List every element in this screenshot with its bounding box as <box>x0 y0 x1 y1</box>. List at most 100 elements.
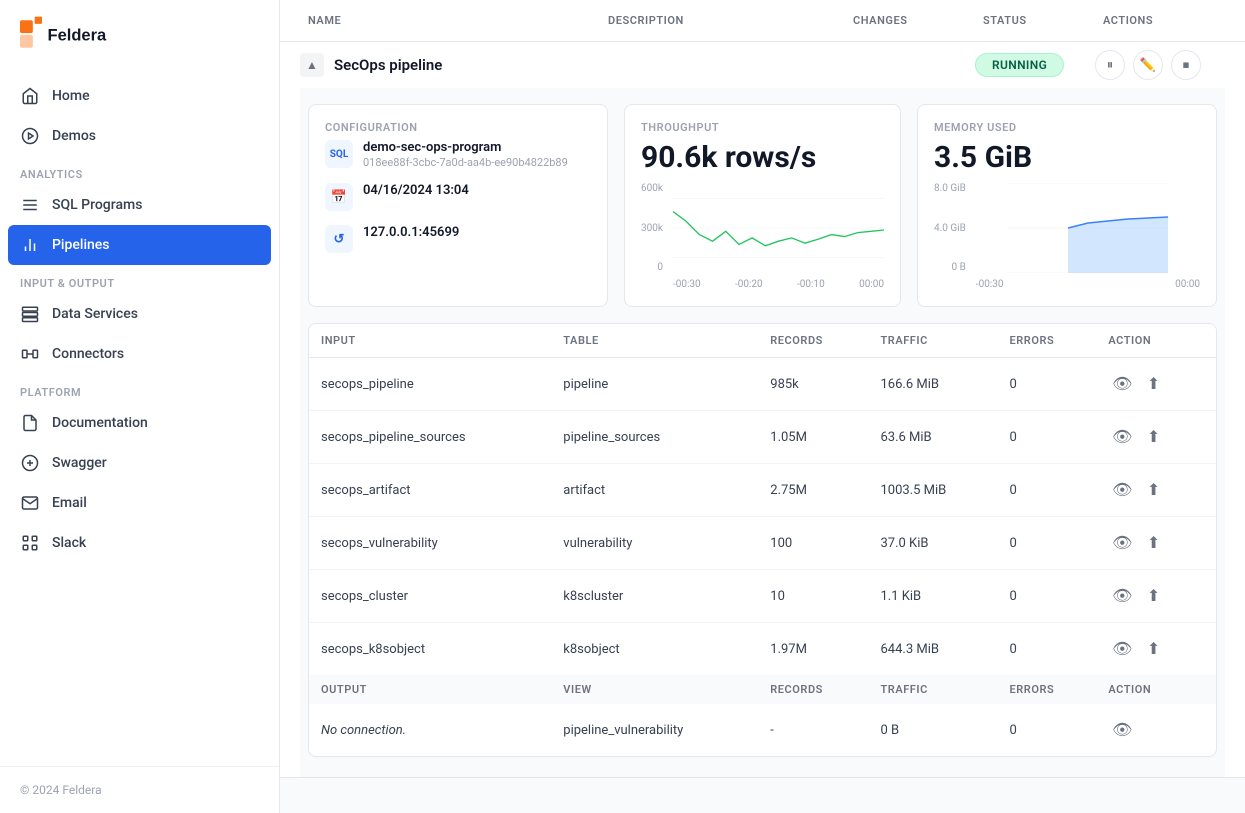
config-date: 📅 04/16/2024 13:04 <box>325 183 591 211</box>
view-button[interactable]: 👁 <box>1108 635 1136 663</box>
input-traffic: 644.3 MiB <box>868 623 997 676</box>
col-name: NAME <box>300 0 600 41</box>
memory-y-mid: 4.0 GiB <box>934 223 966 234</box>
col-table: TABLE <box>551 324 758 358</box>
memory-chart <box>976 183 1200 273</box>
col-errors: ERRORS <box>998 324 1097 358</box>
upload-button[interactable]: ⬆ <box>1140 582 1168 610</box>
input-actions: 👁 ⬆ <box>1096 570 1216 623</box>
view-output-button[interactable]: 👁 <box>1108 716 1136 744</box>
calendar-icon: 📅 <box>325 183 353 211</box>
table-row: secops_vulnerability vulnerability 100 3… <box>309 517 1216 570</box>
pipeline-row-header: ▲ SecOps pipeline RUNNING ⏸ ✏️ ⏹ <box>300 42 1225 88</box>
sidebar-item-demos[interactable]: Demos <box>0 116 279 156</box>
input-records: 985k <box>758 358 868 411</box>
input-records: 1.05M <box>758 411 868 464</box>
input-actions: 👁 ⬆ <box>1096 517 1216 570</box>
input-name: secops_pipeline_sources <box>309 411 551 464</box>
col-action: ACTION <box>1096 324 1216 358</box>
upload-button[interactable]: ⬆ <box>1140 476 1168 504</box>
output-records: - <box>758 704 868 756</box>
sidebar-item-connectors[interactable]: Connectors <box>0 334 279 374</box>
input-header-row: INPUT TABLE RECORDS TRAFFIC ERRORS ACTIO… <box>309 324 1216 358</box>
col-records: RECORDS <box>758 324 868 358</box>
sidebar-item-slack[interactable]: Slack <box>0 523 279 563</box>
main-content: NAME DESCRIPTION CHANGES STATUS ACTIONS … <box>280 0 1245 813</box>
sidebar: Feldera Home Demos ANALYTICS SQL Program… <box>0 0 280 813</box>
output-traffic: 0 B <box>868 704 997 756</box>
view-button[interactable]: 👁 <box>1108 529 1136 557</box>
output-section-header: OUTPUT VIEW RECORDS TRAFFIC ERRORS ACTIO… <box>309 675 1216 704</box>
table-row: secops_pipeline_sources pipeline_sources… <box>309 411 1216 464</box>
sidebar-item-swagger[interactable]: Swagger <box>0 443 279 483</box>
program-id: 018ee88f-3cbc-7a0d-aa4b-ee90b4822b89 <box>363 156 568 169</box>
cards-row: CONFIGURATION SQL demo-sec-ops-program 0… <box>300 104 1225 323</box>
input-traffic: 1.1 KiB <box>868 570 997 623</box>
sidebar-item-pipelines-label: Pipelines <box>52 237 110 253</box>
view-button[interactable]: 👁 <box>1108 476 1136 504</box>
swagger-icon <box>20 453 40 473</box>
sidebar-item-sql-programs[interactable]: SQL Programs <box>0 185 279 225</box>
sql-badge: SQL <box>325 140 353 168</box>
pause-button[interactable]: ⏸ <box>1095 50 1125 80</box>
col-changes: CHANGES <box>845 0 975 41</box>
sidebar-item-demos-label: Demos <box>52 128 96 144</box>
memory-y-min: 0 B <box>934 262 966 273</box>
view-button[interactable]: 👁 <box>1108 370 1136 398</box>
input-name: secops_cluster <box>309 570 551 623</box>
input-table: k8scluster <box>551 570 758 623</box>
output-errors: 0 <box>998 704 1097 756</box>
upload-button[interactable]: ⬆ <box>1140 370 1168 398</box>
input-name: secops_artifact <box>309 464 551 517</box>
input-actions: 👁 ⬆ <box>1096 464 1216 517</box>
upload-button[interactable]: ⬆ <box>1140 529 1168 557</box>
view-button[interactable]: 👁 <box>1108 423 1136 451</box>
col-traffic: TRAFFIC <box>868 324 997 358</box>
table-row: secops_cluster k8scluster 10 1.1 KiB 0 👁… <box>309 570 1216 623</box>
sql-icon <box>20 195 40 215</box>
input-actions: 👁 ⬆ <box>1096 411 1216 464</box>
pipeline-title: SecOps pipeline <box>334 56 442 74</box>
memory-x-4: 00:00 <box>1175 279 1200 290</box>
input-table-body: secops_pipeline pipeline 985k 166.6 MiB … <box>309 358 1216 676</box>
input-table: pipeline <box>551 358 758 411</box>
throughput-value: 90.6k rows/s <box>641 140 884 175</box>
output-errors-label: ERRORS <box>998 675 1097 704</box>
sidebar-item-pipelines[interactable]: Pipelines <box>8 225 271 265</box>
input-table: pipeline_sources <box>551 411 758 464</box>
throughput-label: Throughput <box>641 121 884 134</box>
slack-icon <box>20 533 40 553</box>
view-button[interactable]: 👁 <box>1108 582 1136 610</box>
throughput-y-max: 600k <box>641 183 663 194</box>
doc-icon <box>20 413 40 433</box>
input-errors: 0 <box>998 464 1097 517</box>
sidebar-item-data-services[interactable]: Data Services <box>0 294 279 334</box>
connectors-icon <box>20 344 40 364</box>
sidebar-item-home[interactable]: Home <box>0 76 279 116</box>
sidebar-item-email[interactable]: Email <box>0 483 279 523</box>
output-actions: 👁 <box>1096 704 1216 756</box>
input-errors: 0 <box>998 517 1097 570</box>
stop-button[interactable]: ⏹ <box>1171 50 1201 80</box>
demos-icon <box>20 126 40 146</box>
upload-button[interactable]: ⬆ <box>1140 635 1168 663</box>
edit-button[interactable]: ✏️ <box>1133 50 1163 80</box>
upload-button[interactable]: ⬆ <box>1140 423 1168 451</box>
input-name: secops_vulnerability <box>309 517 551 570</box>
config-label: CONFIGURATION <box>325 121 591 134</box>
throughput-x-4: 00:00 <box>859 279 884 290</box>
email-icon <box>20 493 40 513</box>
output-connection: No connection. <box>309 704 551 756</box>
col-status: STATUS <box>975 0 1095 41</box>
pipelines-icon <box>20 235 40 255</box>
home-icon <box>20 86 40 106</box>
sidebar-item-email-label: Email <box>52 495 87 511</box>
input-errors: 0 <box>998 570 1097 623</box>
input-table: k8sobject <box>551 623 758 676</box>
throughput-card: Throughput 90.6k rows/s 600k 300k 0 <box>624 104 901 307</box>
program-name: demo-sec-ops-program <box>363 140 568 155</box>
sidebar-item-documentation[interactable]: Documentation <box>0 403 279 443</box>
col-actions: ACTIONS <box>1095 0 1225 41</box>
throughput-y-mid: 300k <box>641 223 663 234</box>
collapse-button[interactable]: ▲ <box>300 53 324 77</box>
